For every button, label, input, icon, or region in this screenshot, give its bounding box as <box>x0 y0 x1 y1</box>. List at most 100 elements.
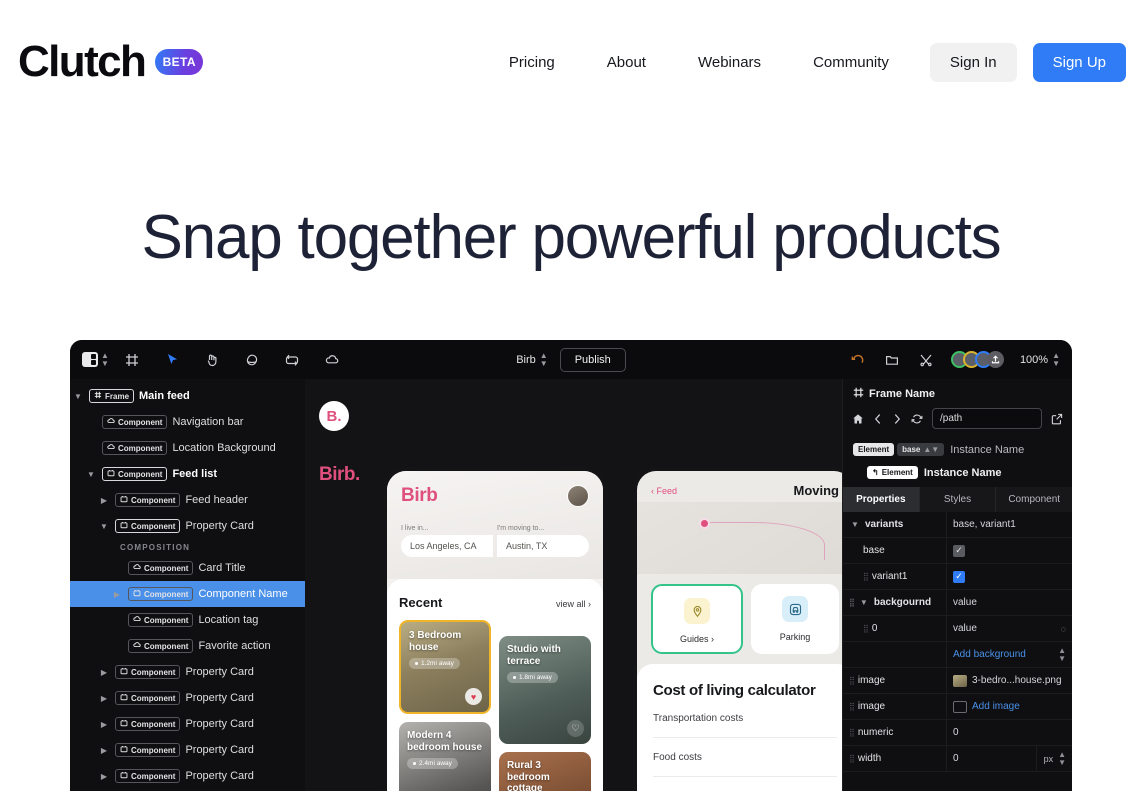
layer-row[interactable]: ▼ComponentCard Title <box>70 555 305 581</box>
property-value[interactable]: value ◌ <box>947 616 1072 641</box>
nav-item-pricing[interactable]: Pricing <box>486 44 578 81</box>
unit-selector[interactable]: px ▲ ▼ <box>1035 746 1066 771</box>
chevron-down-icon[interactable]: ▼ <box>85 470 97 479</box>
property-value[interactable]: Add background ▲ ▼ <box>947 642 1072 667</box>
property-row[interactable]: ⣿ image Add image <box>843 694 1072 720</box>
variant-selector[interactable]: base ▲▼ <box>897 443 945 456</box>
chevron-right-icon[interactable]: ▶ <box>98 496 110 505</box>
tab-properties[interactable]: Properties <box>843 487 920 512</box>
phone-mockup-feed[interactable]: Birb I live in... Los Angeles, CA I'm mo… <box>383 467 607 791</box>
external-link-icon[interactable] <box>1051 413 1063 425</box>
property-row[interactable]: ⣿ numeric 0 <box>843 720 1072 746</box>
live-in-field[interactable]: I live in... Los Angeles, CA <box>401 525 493 557</box>
instance-child-row[interactable]: ↰ Element Instance Name <box>843 461 1072 484</box>
drag-handle-icon[interactable]: ⣿ <box>849 728 855 737</box>
favorite-icon[interactable]: ♡ <box>567 720 584 737</box>
favorite-icon[interactable]: ♥ <box>465 688 482 705</box>
view-all-link[interactable]: view all › <box>556 599 591 609</box>
publish-button[interactable]: Publish <box>559 347 626 372</box>
back-to-feed-link[interactable]: ‹ Feed <box>651 486 677 496</box>
tools-icon[interactable] <box>917 351 935 369</box>
chevron-down-icon[interactable]: ▼ <box>98 522 110 531</box>
chevron-updown-icon[interactable]: ▲ ▼ <box>1058 750 1066 767</box>
property-value[interactable]: 3-bedro...house.png <box>947 668 1072 693</box>
property-value[interactable]: 0 px ▲ ▼ <box>947 746 1072 771</box>
layer-row[interactable]: ▶ Component Property Card <box>70 659 305 685</box>
path-input[interactable] <box>932 408 1042 429</box>
layer-row[interactable]: ▼ Component Feed list <box>70 461 305 487</box>
moving-to-field[interactable]: I'm moving to... Austin, TX <box>497 525 589 557</box>
sign-in-button[interactable]: Sign In <box>929 42 1017 82</box>
layer-row[interactable]: ▶ Component Property Card <box>70 737 305 763</box>
drag-handle-icon[interactable]: ⣿ <box>863 572 869 581</box>
property-row[interactable]: ⣿ width 0 px ▲ ▼ <box>843 746 1072 772</box>
map-preview[interactable] <box>637 502 842 574</box>
chevron-right-icon[interactable]: ▶ <box>98 746 110 755</box>
chevron-right-icon[interactable]: ▶ <box>98 772 110 781</box>
property-card[interactable]: 3 Bedroom house 1.2mi away ♥ <box>399 620 491 714</box>
chevron-right-icon[interactable]: ▶ <box>98 668 110 677</box>
history-icon[interactable] <box>849 351 867 369</box>
layer-row[interactable]: ▼ Component Property Card <box>70 513 305 539</box>
guides-tile[interactable]: Guides › <box>651 584 743 654</box>
instance-root-row[interactable]: Element base ▲▼ Instance Name <box>843 438 1072 461</box>
property-value[interactable]: ✓ <box>947 538 1072 563</box>
color-picker-icon[interactable]: ◌ <box>1061 624 1066 634</box>
layer-row[interactable]: ▼ Frame Main feed <box>70 383 305 409</box>
refresh-icon[interactable] <box>911 413 923 425</box>
cloud-icon[interactable] <box>323 351 341 369</box>
editor-logo-button[interactable]: ▲ ▼ <box>82 351 109 368</box>
tab-component[interactable]: Component <box>996 487 1072 512</box>
drag-handle-icon[interactable]: ⣿ <box>849 702 855 711</box>
property-row[interactable]: Add background ▲ ▼ <box>843 642 1072 668</box>
chevron-right-icon[interactable]: ▶ <box>98 694 110 703</box>
property-row[interactable]: base ✓ <box>843 538 1072 564</box>
chevron-down-icon[interactable]: ▼ <box>858 598 870 607</box>
drag-handle-icon[interactable]: ⣿ <box>863 624 869 633</box>
property-value[interactable]: ✓ <box>947 564 1072 589</box>
layer-row[interactable]: ▼ComponentNavigation bar <box>70 409 305 435</box>
add-background-link[interactable]: Add background <box>953 649 1026 660</box>
calculator-row[interactable]: Transportation costs <box>653 699 837 739</box>
property-card[interactable]: Rural 3 bedroom cottage 3.6mi away ♥ <box>499 752 591 791</box>
property-value[interactable]: 0 <box>947 720 1072 745</box>
property-row[interactable]: ⣿ variant1 ✓ <box>843 564 1072 590</box>
frame-icon[interactable] <box>123 351 141 369</box>
zoom-selector[interactable]: 100% ▲ ▼ <box>1020 351 1060 368</box>
nav-item-community[interactable]: Community <box>790 44 912 81</box>
chevron-down-icon[interactable]: ▼ <box>72 392 84 401</box>
design-canvas[interactable]: B. Birb. Birb I live in... Los Angeles, … <box>305 379 842 791</box>
property-row[interactable]: ⣿ 0 value ◌ <box>843 616 1072 642</box>
drag-handle-icon[interactable]: ⣿ <box>849 754 855 763</box>
tab-styles[interactable]: Styles <box>920 487 997 512</box>
property-value[interactable]: value <box>947 590 1072 615</box>
property-value[interactable]: Add image <box>947 694 1072 719</box>
layers-panel[interactable]: ▼ Frame Main feed ▼ Component Navigation bar ▼… <box>70 379 305 791</box>
component-icon[interactable] <box>283 351 301 369</box>
layer-row[interactable]: ▼ComponentLocation Background <box>70 435 305 461</box>
property-row[interactable]: ⣿ ▼ backgournd value <box>843 590 1072 616</box>
property-row[interactable]: ⣿ image 3-bedro...house.png <box>843 668 1072 694</box>
chevron-right-icon[interactable]: ▶ <box>111 590 123 599</box>
drag-handle-icon[interactable]: ⣿ <box>849 676 855 685</box>
cursor-icon[interactable] <box>163 351 181 369</box>
home-icon[interactable] <box>852 413 864 425</box>
brand-logo[interactable]: Clutch BETA <box>18 40 204 84</box>
user-avatar[interactable] <box>567 485 589 507</box>
chevron-right-icon[interactable]: ▶ <box>98 720 110 729</box>
chevron-updown-icon[interactable]: ▲ ▼ <box>1058 646 1066 663</box>
calculator-row[interactable]: Healthcare costs <box>653 777 837 791</box>
checkbox[interactable]: ✓ <box>953 570 965 583</box>
shape-icon[interactable] <box>243 351 261 369</box>
chevron-down-icon[interactable]: ▼ <box>849 520 861 529</box>
nav-item-about[interactable]: About <box>584 44 669 81</box>
share-button[interactable] <box>986 351 1004 368</box>
property-card[interactable]: Studio with terrace 1.8mi away ♡ <box>499 636 591 744</box>
layer-row[interactable]: ▶ Component Property Card <box>70 685 305 711</box>
layer-row[interactable]: ▶ Component Property Card <box>70 711 305 737</box>
nav-item-webinars[interactable]: Webinars <box>675 44 784 81</box>
property-row[interactable]: ▼ variants base, variant1 <box>843 512 1072 538</box>
checkbox[interactable]: ✓ <box>953 544 965 557</box>
sign-up-button[interactable]: Sign Up <box>1032 42 1126 82</box>
parking-tile[interactable]: Parking <box>751 584 839 654</box>
